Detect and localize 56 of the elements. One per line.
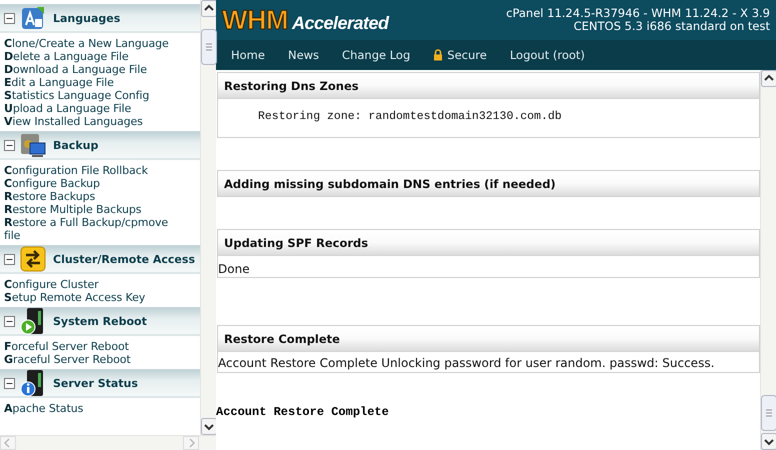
scroll-up-button[interactable] (761, 70, 776, 87)
sidebar-link[interactable]: Restore a Full Backup/cpmove file (4, 216, 186, 242)
version-text: cPanel 11.24.5-R37946 - WHM 11.24.2 - X 3.9 (506, 7, 770, 20)
sidebar-link[interactable]: Statistics Language Config (4, 89, 186, 102)
sidebar-link[interactable]: Delete a Language File (4, 50, 186, 63)
sidebar-link[interactable]: Edit a Language File (4, 76, 186, 89)
nav-link[interactable]: Change Log (342, 48, 410, 62)
server-info-icon (20, 369, 46, 397)
sidebar-link[interactable]: Configure Cluster (4, 278, 186, 291)
section-title: Adding missing subdomain DNS entries (if needed) (224, 176, 556, 190)
collapse-icon[interactable] (4, 378, 15, 388)
lock-icon (433, 49, 444, 61)
swap-arrows-icon (20, 246, 46, 272)
log-line: Done (218, 262, 250, 276)
group-title[interactable]: System Reboot (53, 314, 147, 328)
sidebar-link[interactable]: Forceful Server Reboot (4, 340, 186, 353)
sidebar-link[interactable]: Graceful Server Reboot (4, 353, 186, 366)
group-title[interactable]: Cluster/Remote Access (53, 252, 195, 266)
logo-subtitle: Accelerated (292, 12, 389, 34)
nav-link[interactable]: Logout (root) (510, 48, 585, 62)
computer-icon (20, 132, 46, 158)
status-message: Account Restore Complete (216, 405, 389, 419)
scroll-down-button[interactable] (761, 433, 776, 450)
sidebar-link[interactable]: Configure Backup (4, 177, 186, 190)
logo-title: WHM (222, 4, 288, 36)
nav-link[interactable]: Secure (433, 48, 487, 62)
scroll-thumb[interactable] (761, 395, 776, 431)
collapse-icon[interactable] (4, 12, 15, 24)
scroll-down-button[interactable] (201, 418, 217, 435)
section-title: Updating SPF Records (224, 236, 368, 250)
sidebar-link[interactable]: Restore Backups (4, 190, 186, 203)
system-text: CENTOS 5.3 i686 standard on test (574, 20, 770, 33)
sidebar-link[interactable]: Upload a Language File (4, 102, 186, 115)
nav-link[interactable]: News (288, 48, 320, 62)
sidebar-link[interactable]: Clone/Create a New Language (4, 37, 186, 50)
collapse-icon[interactable] (4, 140, 15, 150)
sidebar-link[interactable]: Restore Multiple Backups (4, 203, 186, 216)
log-line: Account Restore Complete Unlocking password for user random. passwd: Success. (218, 356, 714, 370)
sidebar-link[interactable]: Apache Status (4, 402, 186, 415)
scroll-up-button[interactable] (201, 0, 217, 17)
sidebar-link[interactable]: Download a Language File (4, 63, 186, 76)
log-line: Restoring zone: randomtestdomain32130.com.db (258, 110, 562, 123)
group-title[interactable]: Languages (53, 12, 120, 24)
nav-link[interactable]: Home (231, 48, 265, 62)
sidebar-link[interactable]: Configuration File Rollback (4, 164, 186, 177)
server-play-icon (20, 307, 46, 335)
sidebar-link[interactable]: View Installed Languages (4, 115, 186, 128)
section-title: Restoring Dns Zones (224, 78, 359, 92)
section-title: Restore Complete (224, 332, 340, 346)
collapse-icon[interactable] (4, 254, 15, 264)
collapse-icon[interactable] (4, 316, 15, 326)
group-title[interactable]: Server Status (53, 376, 138, 390)
group-title[interactable]: Backup (53, 138, 98, 152)
scroll-thumb[interactable] (201, 29, 217, 65)
language-letters-icon (20, 5, 46, 31)
sidebar-link[interactable]: Setup Remote Access Key (4, 291, 186, 304)
